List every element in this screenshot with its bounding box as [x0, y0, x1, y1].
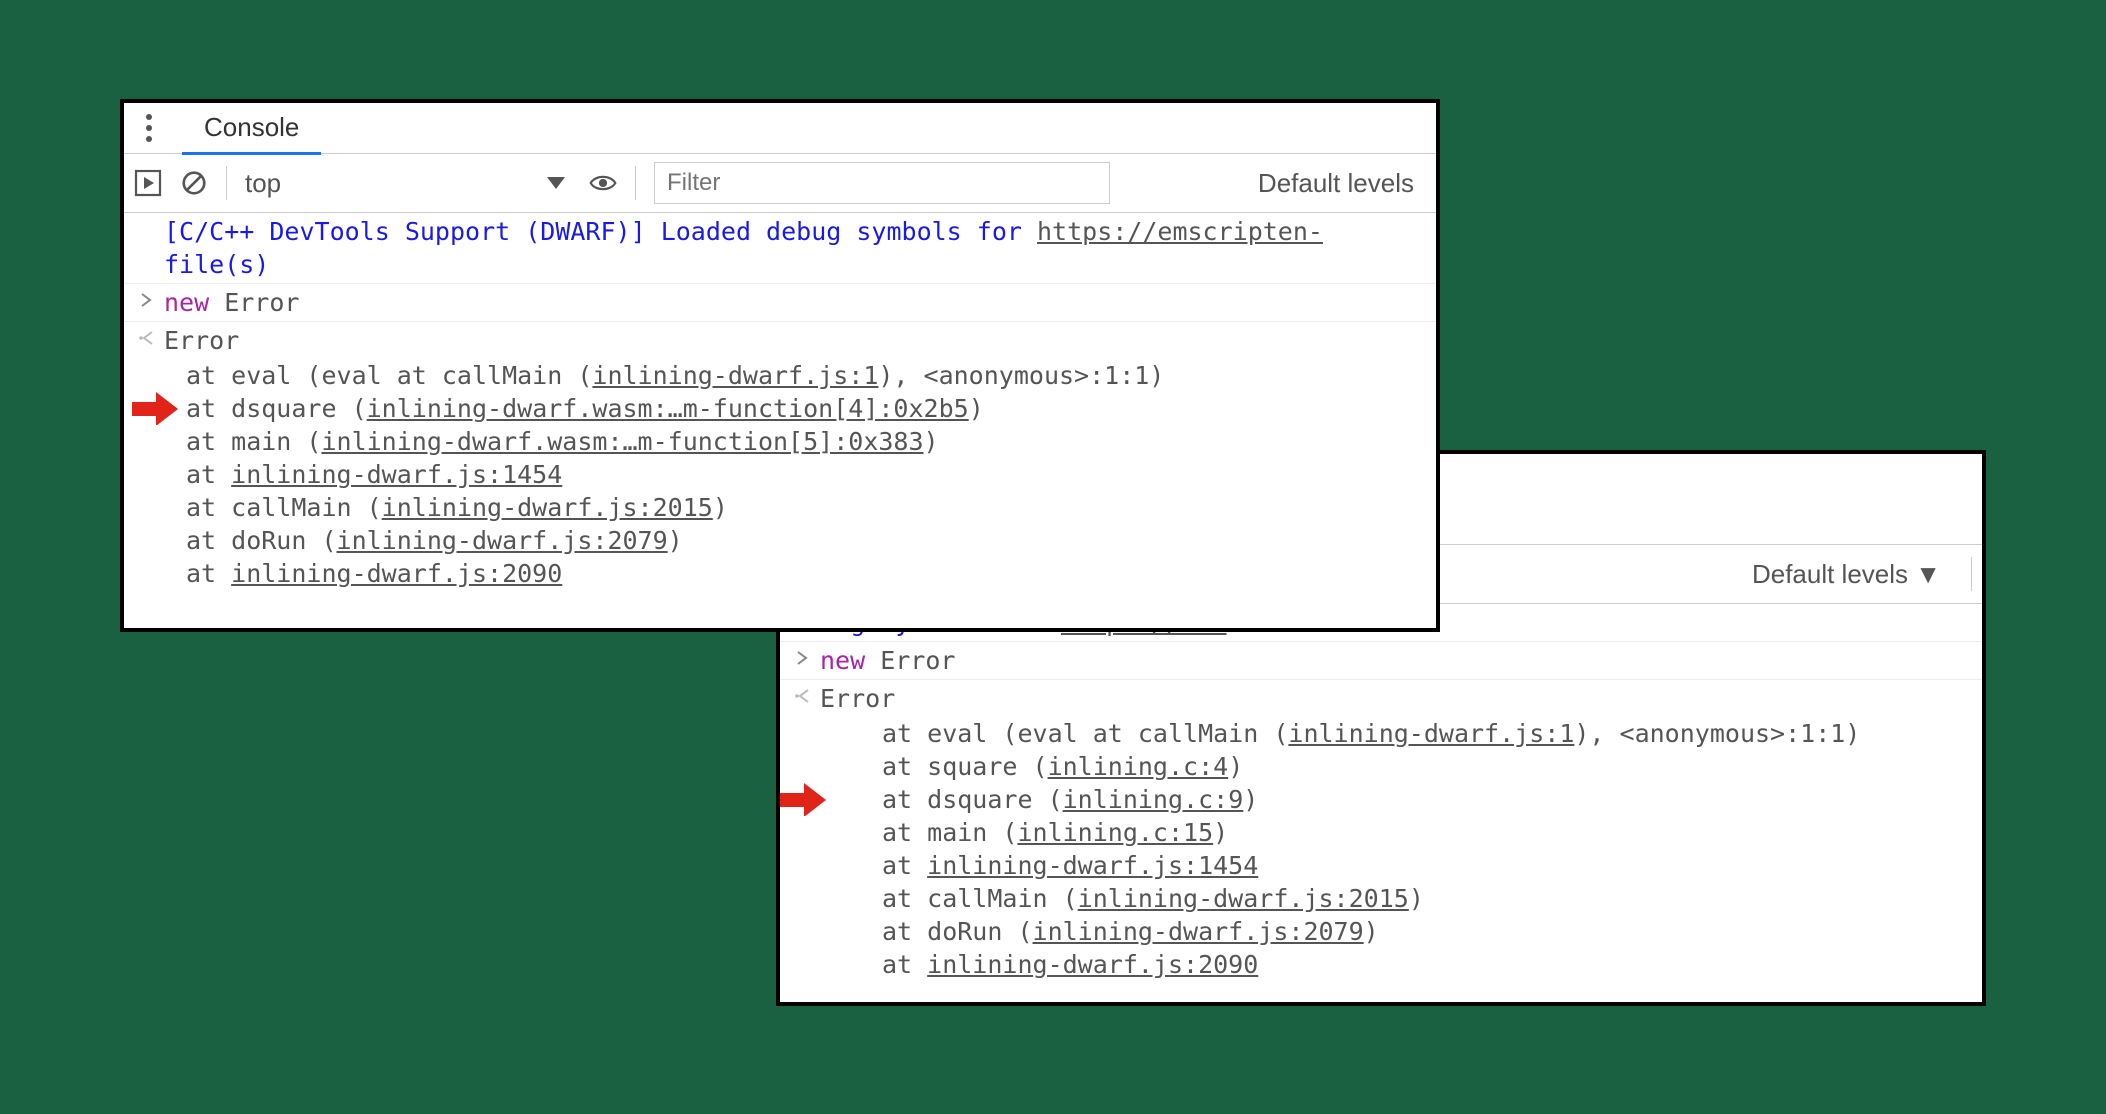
- info-link[interactable]: https://emscripten-: [1037, 217, 1323, 246]
- input-chevron-icon: [794, 650, 810, 666]
- console-input-line[interactable]: new Error: [780, 641, 1982, 679]
- log-level-selector[interactable]: Default levels: [1258, 168, 1426, 199]
- highlight-arrow-icon: [128, 392, 180, 425]
- source-link[interactable]: inlining-dwarf.js:1: [1288, 719, 1574, 748]
- stack-frame: at inlining-dwarf.js:2090: [124, 557, 1436, 590]
- chevron-down-icon: [547, 177, 565, 189]
- console-output: [C/C++ DevTools Support (DWARF)] Loaded …: [124, 213, 1436, 590]
- source-link[interactable]: inlining-dwarf.js:2090: [927, 950, 1258, 979]
- level-label: Default levels: [1258, 168, 1414, 199]
- log-level-selector[interactable]: Default levels ▼: [1752, 559, 1953, 590]
- stack-frame: at inlining-dwarf.js:2090: [780, 948, 1982, 981]
- info-text-2: file(s): [164, 250, 269, 279]
- source-link[interactable]: inlining-dwarf.wasm:…m-function[4]:0x2b5: [367, 394, 969, 423]
- source-link[interactable]: inlining-dwarf.js:1454: [231, 460, 562, 489]
- stack-frame-highlighted: at dsquare (inlining.c:9): [780, 783, 1982, 816]
- clear-console-icon[interactable]: [180, 169, 208, 197]
- info-message: [C/C++ DevTools Support (DWARF)] Loaded …: [124, 213, 1436, 283]
- console-output: debug symbols for https://ems new Error …: [780, 604, 1982, 981]
- source-link[interactable]: inlining.c:9: [1063, 785, 1244, 814]
- error-header: Error: [164, 326, 239, 355]
- stack-frame: at main (inlining.c:15): [780, 816, 1982, 849]
- toolbar-divider: [635, 166, 636, 200]
- more-menu-icon[interactable]: [134, 113, 164, 143]
- tab-console[interactable]: Console: [182, 102, 321, 155]
- console-input-line[interactable]: new Error: [124, 283, 1436, 321]
- stack-frame: at eval (eval at callMain (inlining-dwar…: [124, 359, 1436, 392]
- source-link[interactable]: inlining-dwarf.js:2079: [1033, 917, 1364, 946]
- devtools-tabbar: Console: [124, 103, 1436, 154]
- keyword-error: Error: [865, 646, 955, 675]
- source-link[interactable]: inlining-dwarf.js:2015: [1078, 884, 1409, 913]
- live-expression-icon[interactable]: [589, 169, 617, 197]
- context-selector[interactable]: top: [245, 168, 571, 199]
- keyword-new: new: [164, 288, 209, 317]
- console-output-line[interactable]: Error: [124, 321, 1436, 359]
- source-link[interactable]: inlining-dwarf.js:2090: [231, 559, 562, 588]
- context-label: top: [245, 168, 281, 199]
- console-toolbar: top Default levels: [124, 154, 1436, 213]
- stack-frame: at square (inlining.c:4): [780, 750, 1982, 783]
- keyword-new: new: [820, 646, 865, 675]
- input-chevron-icon: [138, 292, 154, 308]
- info-text: [C/C++ DevTools Support (DWARF)] Loaded …: [164, 217, 1037, 246]
- stack-frame: at doRun (inlining-dwarf.js:2079): [780, 915, 1982, 948]
- source-link[interactable]: inlining-dwarf.js:2015: [382, 493, 713, 522]
- source-link[interactable]: inlining-dwarf.wasm:…m-function[5]:0x383: [321, 427, 923, 456]
- stack-frame: at callMain (inlining-dwarf.js:2015): [780, 882, 1982, 915]
- output-chevron-icon: [794, 688, 812, 704]
- output-chevron-icon: [138, 330, 156, 346]
- stack-frame-highlighted: at dsquare (inlining-dwarf.wasm:…m-funct…: [124, 392, 1436, 425]
- source-link[interactable]: inlining-dwarf.js:1454: [927, 851, 1258, 880]
- stack-frame: at callMain (inlining-dwarf.js:2015): [124, 491, 1436, 524]
- source-link[interactable]: inlining.c:15: [1017, 818, 1213, 847]
- toolbar-divider: [226, 166, 227, 200]
- source-link[interactable]: inlining-dwarf.js:1: [592, 361, 878, 390]
- stack-frame: at inlining-dwarf.js:1454: [124, 458, 1436, 491]
- error-header: Error: [820, 684, 895, 713]
- execution-context-icon[interactable]: [134, 169, 162, 197]
- source-link[interactable]: inlining-dwarf.js:2079: [337, 526, 668, 555]
- console-output-line[interactable]: Error: [780, 679, 1982, 717]
- toolbar-divider: [1971, 557, 1972, 591]
- highlight-arrow-icon: [780, 783, 828, 816]
- level-label: Default levels ▼: [1752, 559, 1941, 590]
- devtools-panel-before: Console top Default levels [C/C++ DevToo…: [120, 99, 1440, 632]
- stack-frame: at inlining-dwarf.js:1454: [780, 849, 1982, 882]
- stack-frame: at doRun (inlining-dwarf.js:2079): [124, 524, 1436, 557]
- stack-frame: at eval (eval at callMain (inlining-dwar…: [780, 717, 1982, 750]
- filter-input[interactable]: [654, 162, 1110, 204]
- source-link[interactable]: inlining.c:4: [1048, 752, 1229, 781]
- stack-frame: at main (inlining-dwarf.wasm:…m-function…: [124, 425, 1436, 458]
- keyword-error: Error: [209, 288, 299, 317]
